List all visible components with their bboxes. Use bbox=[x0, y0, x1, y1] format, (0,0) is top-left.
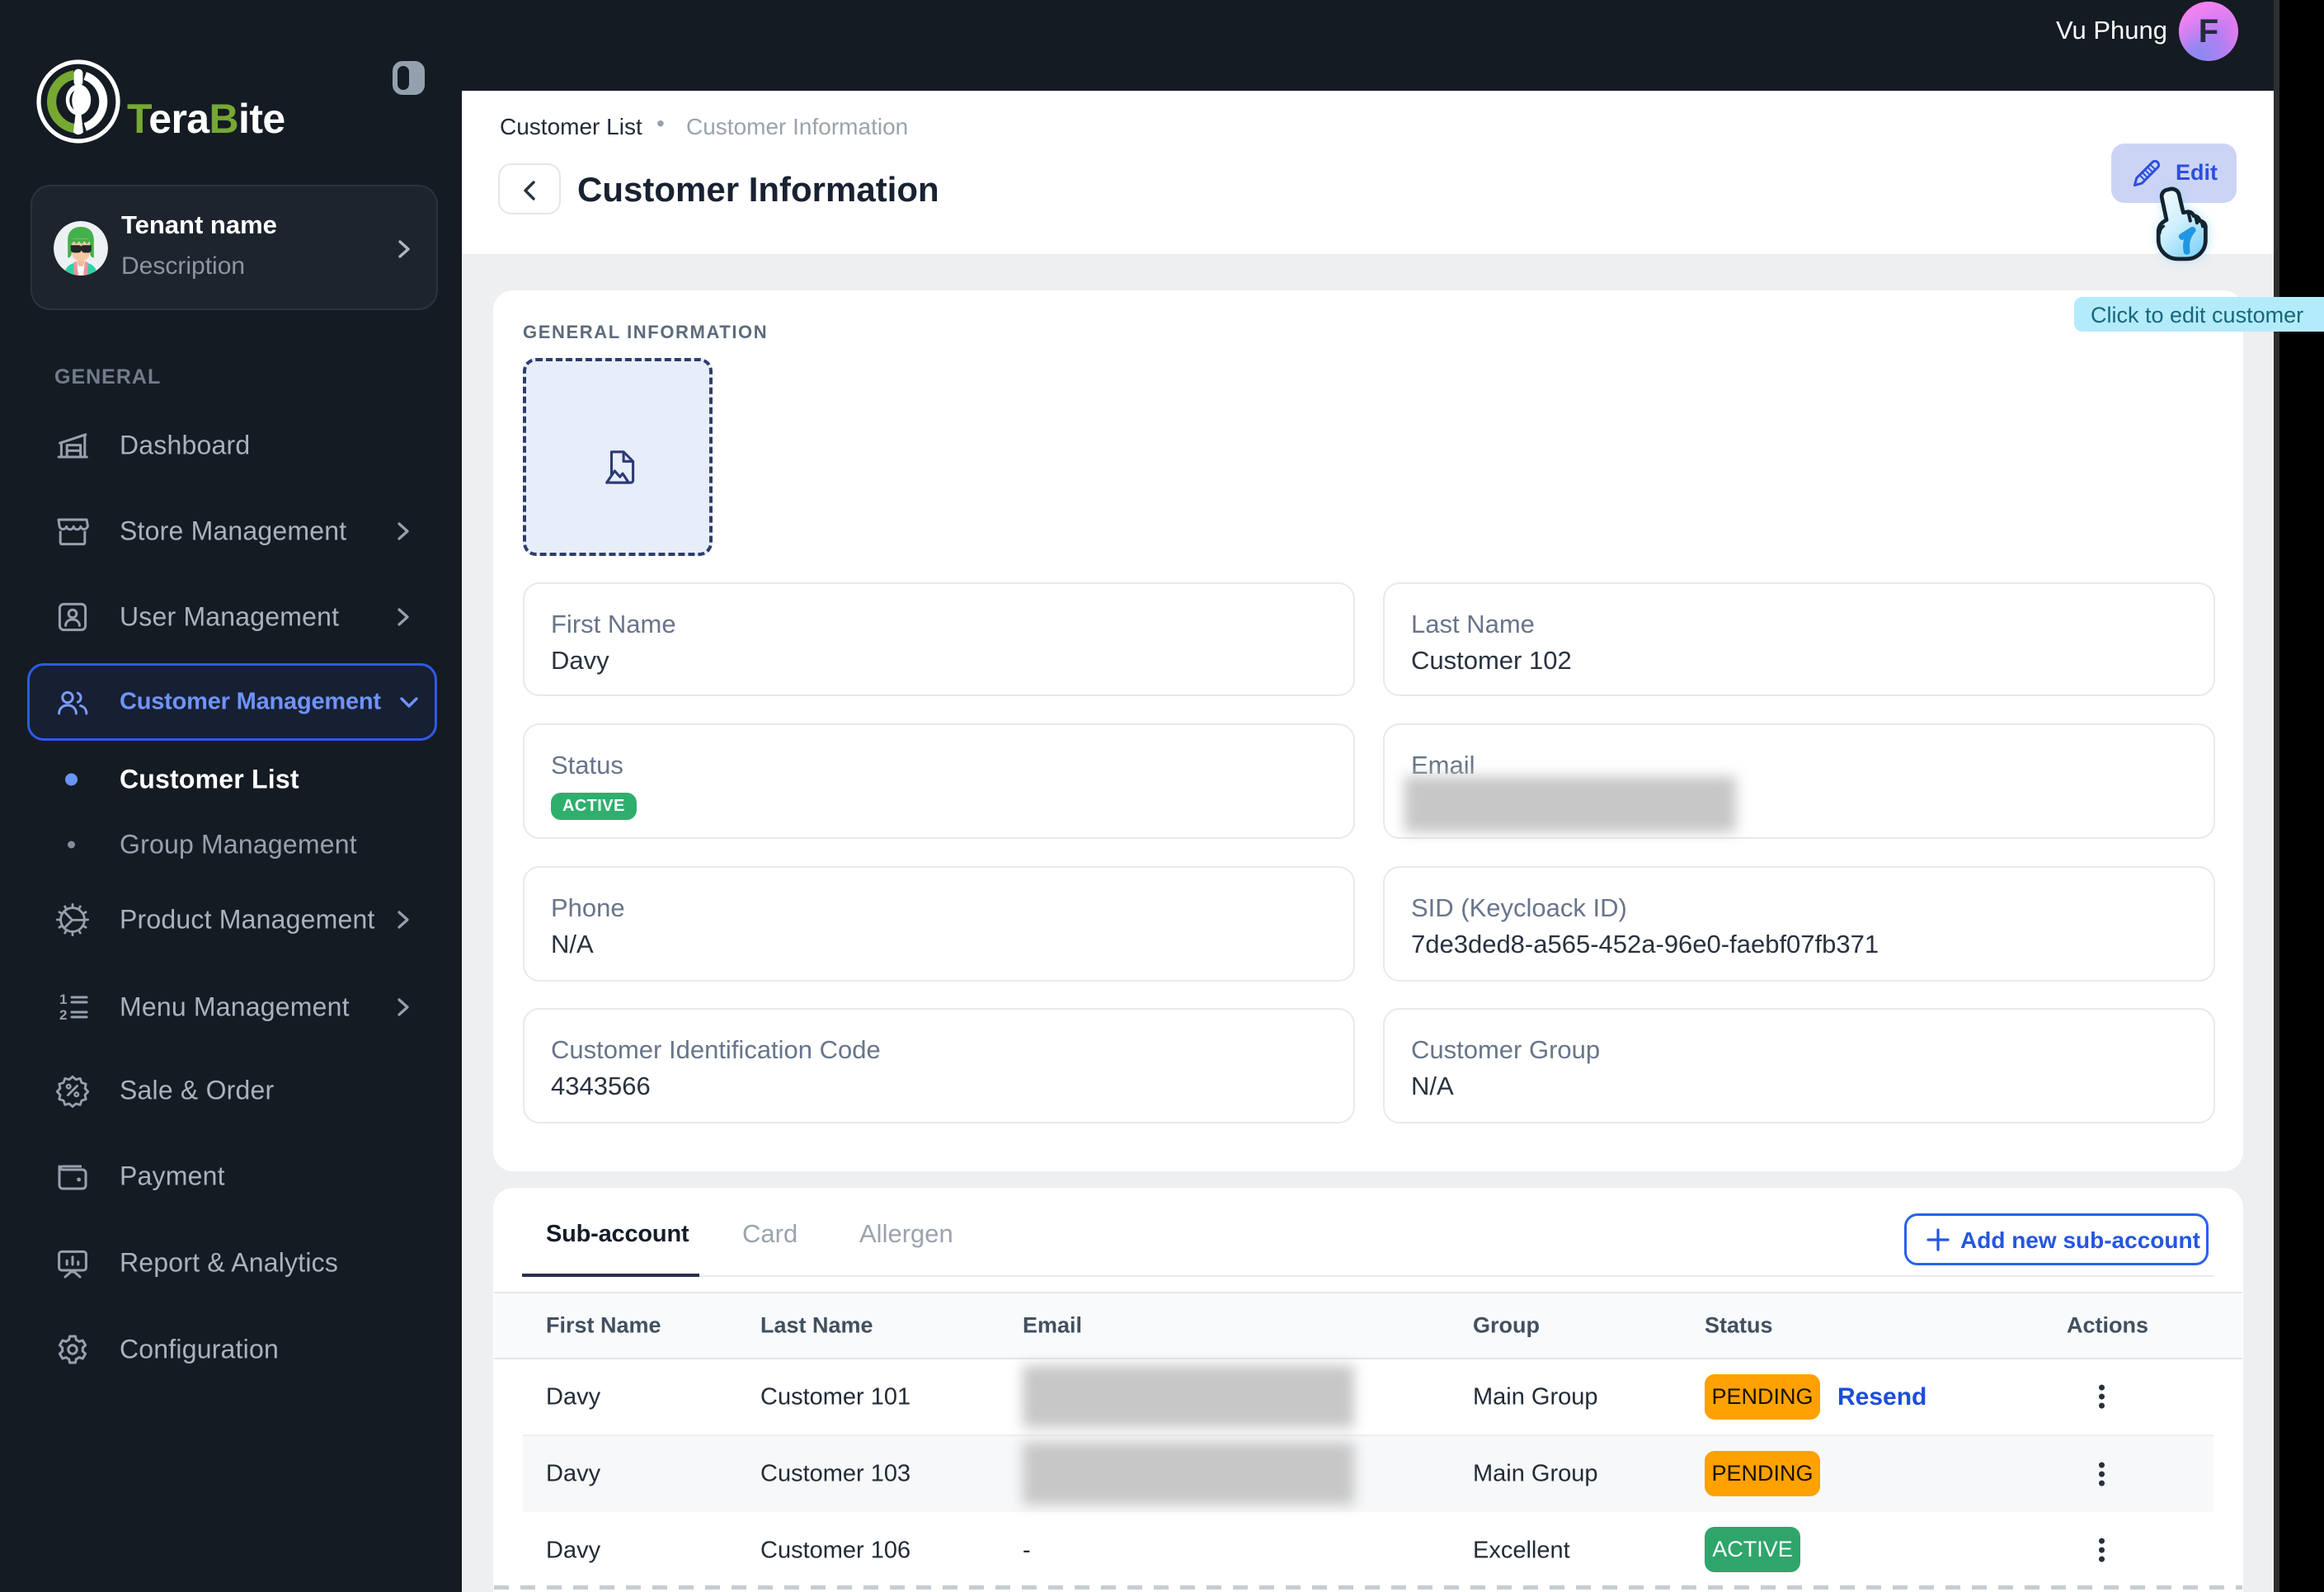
svg-text:1: 1 bbox=[59, 991, 67, 1007]
svg-text:2: 2 bbox=[59, 1007, 67, 1023]
